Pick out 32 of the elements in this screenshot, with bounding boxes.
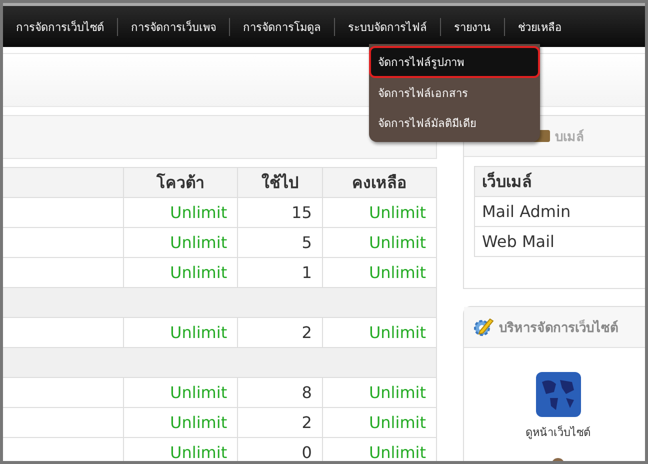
link-cell[interactable]: Web Mail	[474, 226, 645, 256]
column-header: ใช้ไป	[238, 168, 322, 198]
link-cell[interactable]: Mail Admin	[474, 196, 645, 226]
table-cell: Unlimit	[322, 198, 436, 228]
menu-item[interactable]: ช่วยเหลือ	[517, 18, 563, 36]
dropdown-item[interactable]: จัดการไฟล์เอกสาร	[369, 78, 540, 108]
table-cell: Unlimit	[124, 378, 238, 408]
table-cell: Unlimit	[322, 378, 436, 408]
shortcut-label[interactable]: ดูหน้าเว็บไซต์	[526, 423, 590, 441]
dropdown-item[interactable]: จัดการไฟล์รูปภาพ	[369, 46, 540, 78]
table-cell: 5	[238, 228, 322, 258]
panel-title: บเมล์	[555, 128, 584, 146]
menu-item[interactable]: ระบบจัดการไฟล์	[347, 18, 428, 36]
column-header: โควต้า	[124, 168, 238, 198]
panel-title: บริหารจัดการเว็บไซต์	[499, 318, 618, 338]
column-header: คงเหลือ	[322, 168, 436, 198]
table-cell: Unlimit	[124, 408, 238, 438]
table-cell: Unlimit	[322, 228, 436, 258]
menu-item[interactable]: การจัดการเว็บเพจ	[130, 18, 217, 36]
menu-item[interactable]: การจัดการโมดูล	[242, 18, 322, 36]
menu-item[interactable]: รายงาน	[453, 18, 492, 36]
globe-icon[interactable]	[536, 372, 580, 417]
column-header: เว็บเมล์	[474, 166, 645, 196]
table-cell: 8	[238, 378, 322, 408]
dropdown-item[interactable]: จัดการไฟล์มัลติมีเดีย	[369, 108, 540, 138]
table-cell: Unlimit	[322, 408, 436, 438]
table-cell: 15	[238, 198, 322, 228]
table-cell: 2	[238, 408, 322, 438]
menu-item[interactable]: การจัดการเว็บไซต์	[15, 18, 105, 36]
table-cell: Unlimit	[124, 198, 238, 228]
table-cell: Unlimit	[124, 228, 238, 258]
gear-pencil-icon	[472, 316, 494, 338]
